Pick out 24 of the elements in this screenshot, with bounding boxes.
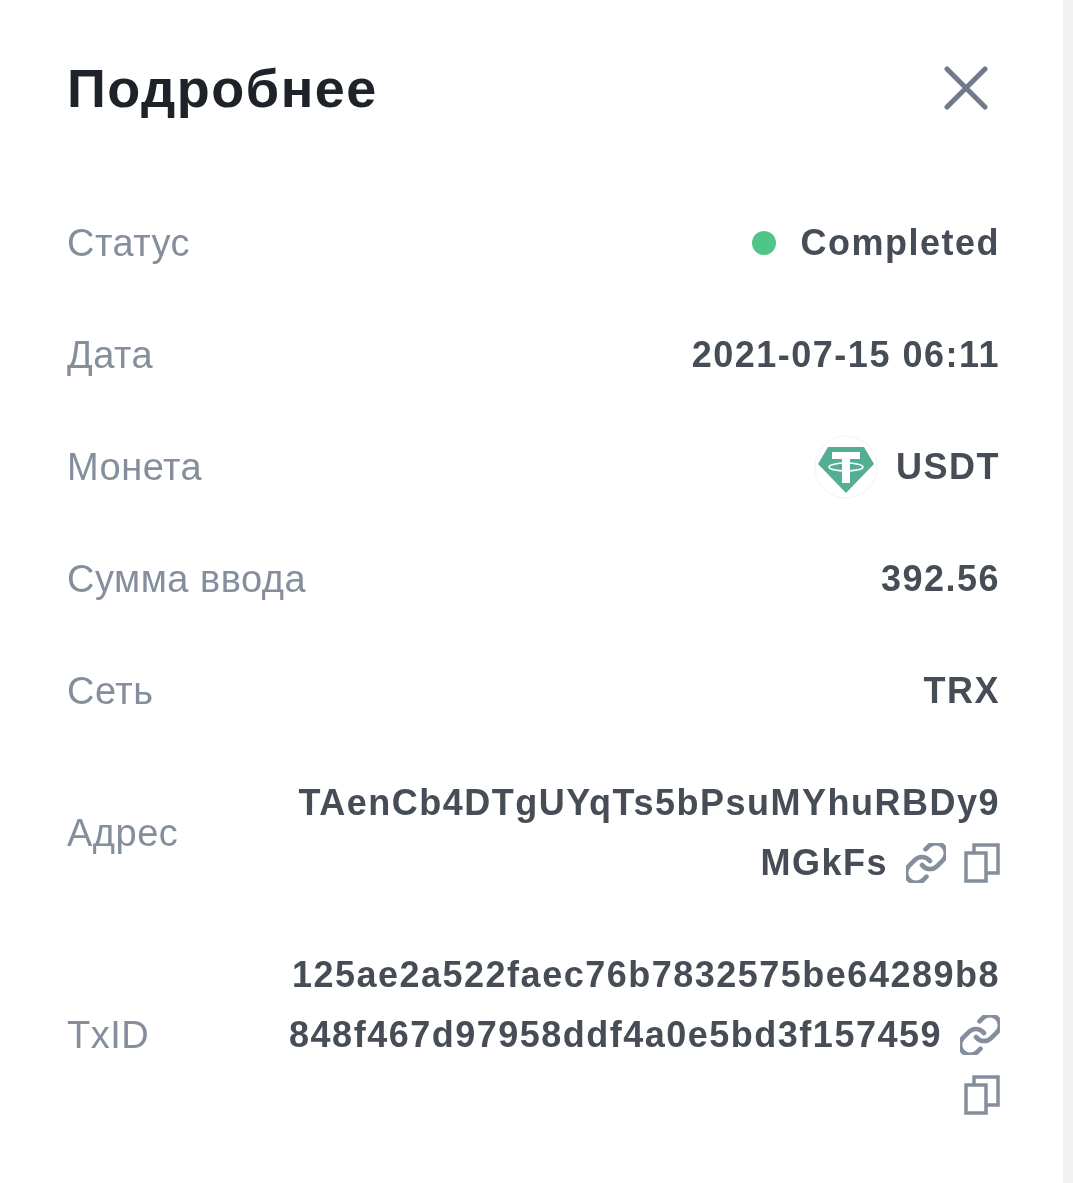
detail-label: Сумма ввода [67, 557, 306, 602]
close-icon [944, 66, 988, 110]
hash-value: TAenCb4DTgUYqTs5bPsuMYhuRBDy9 [298, 781, 1000, 825]
copy-icon[interactable] [964, 1075, 1000, 1115]
link-icon[interactable] [906, 843, 946, 883]
close-button[interactable] [944, 66, 988, 110]
detail-value: 2021-07-15 06:11 [691, 334, 1000, 375]
detail-label: Дата [67, 333, 154, 378]
detail-label: Сеть [67, 669, 154, 714]
status-value: Completed [800, 221, 1000, 265]
detail-label: TxID [67, 1013, 150, 1058]
detail-label: Монета [67, 445, 203, 490]
detail-label: Адрес [67, 811, 179, 856]
detail-value: TRX [923, 670, 1000, 711]
coin-value: USDT [896, 445, 1000, 489]
dialog-title: Подробнее [67, 57, 378, 120]
tether-coin-icon [814, 435, 878, 499]
hash-value: 125ae2a522faec76b7832575be64289b8 [291, 953, 1000, 997]
hash-value: MGkFs [760, 841, 888, 885]
copy-icon[interactable] [964, 843, 1000, 883]
detail-label: Статус [67, 221, 191, 266]
detail-value: 392.56 [880, 558, 1000, 599]
link-icon[interactable] [960, 1015, 1000, 1055]
hash-value: 848f467d97958ddf4a0e5bd3f157459 [289, 1013, 942, 1057]
